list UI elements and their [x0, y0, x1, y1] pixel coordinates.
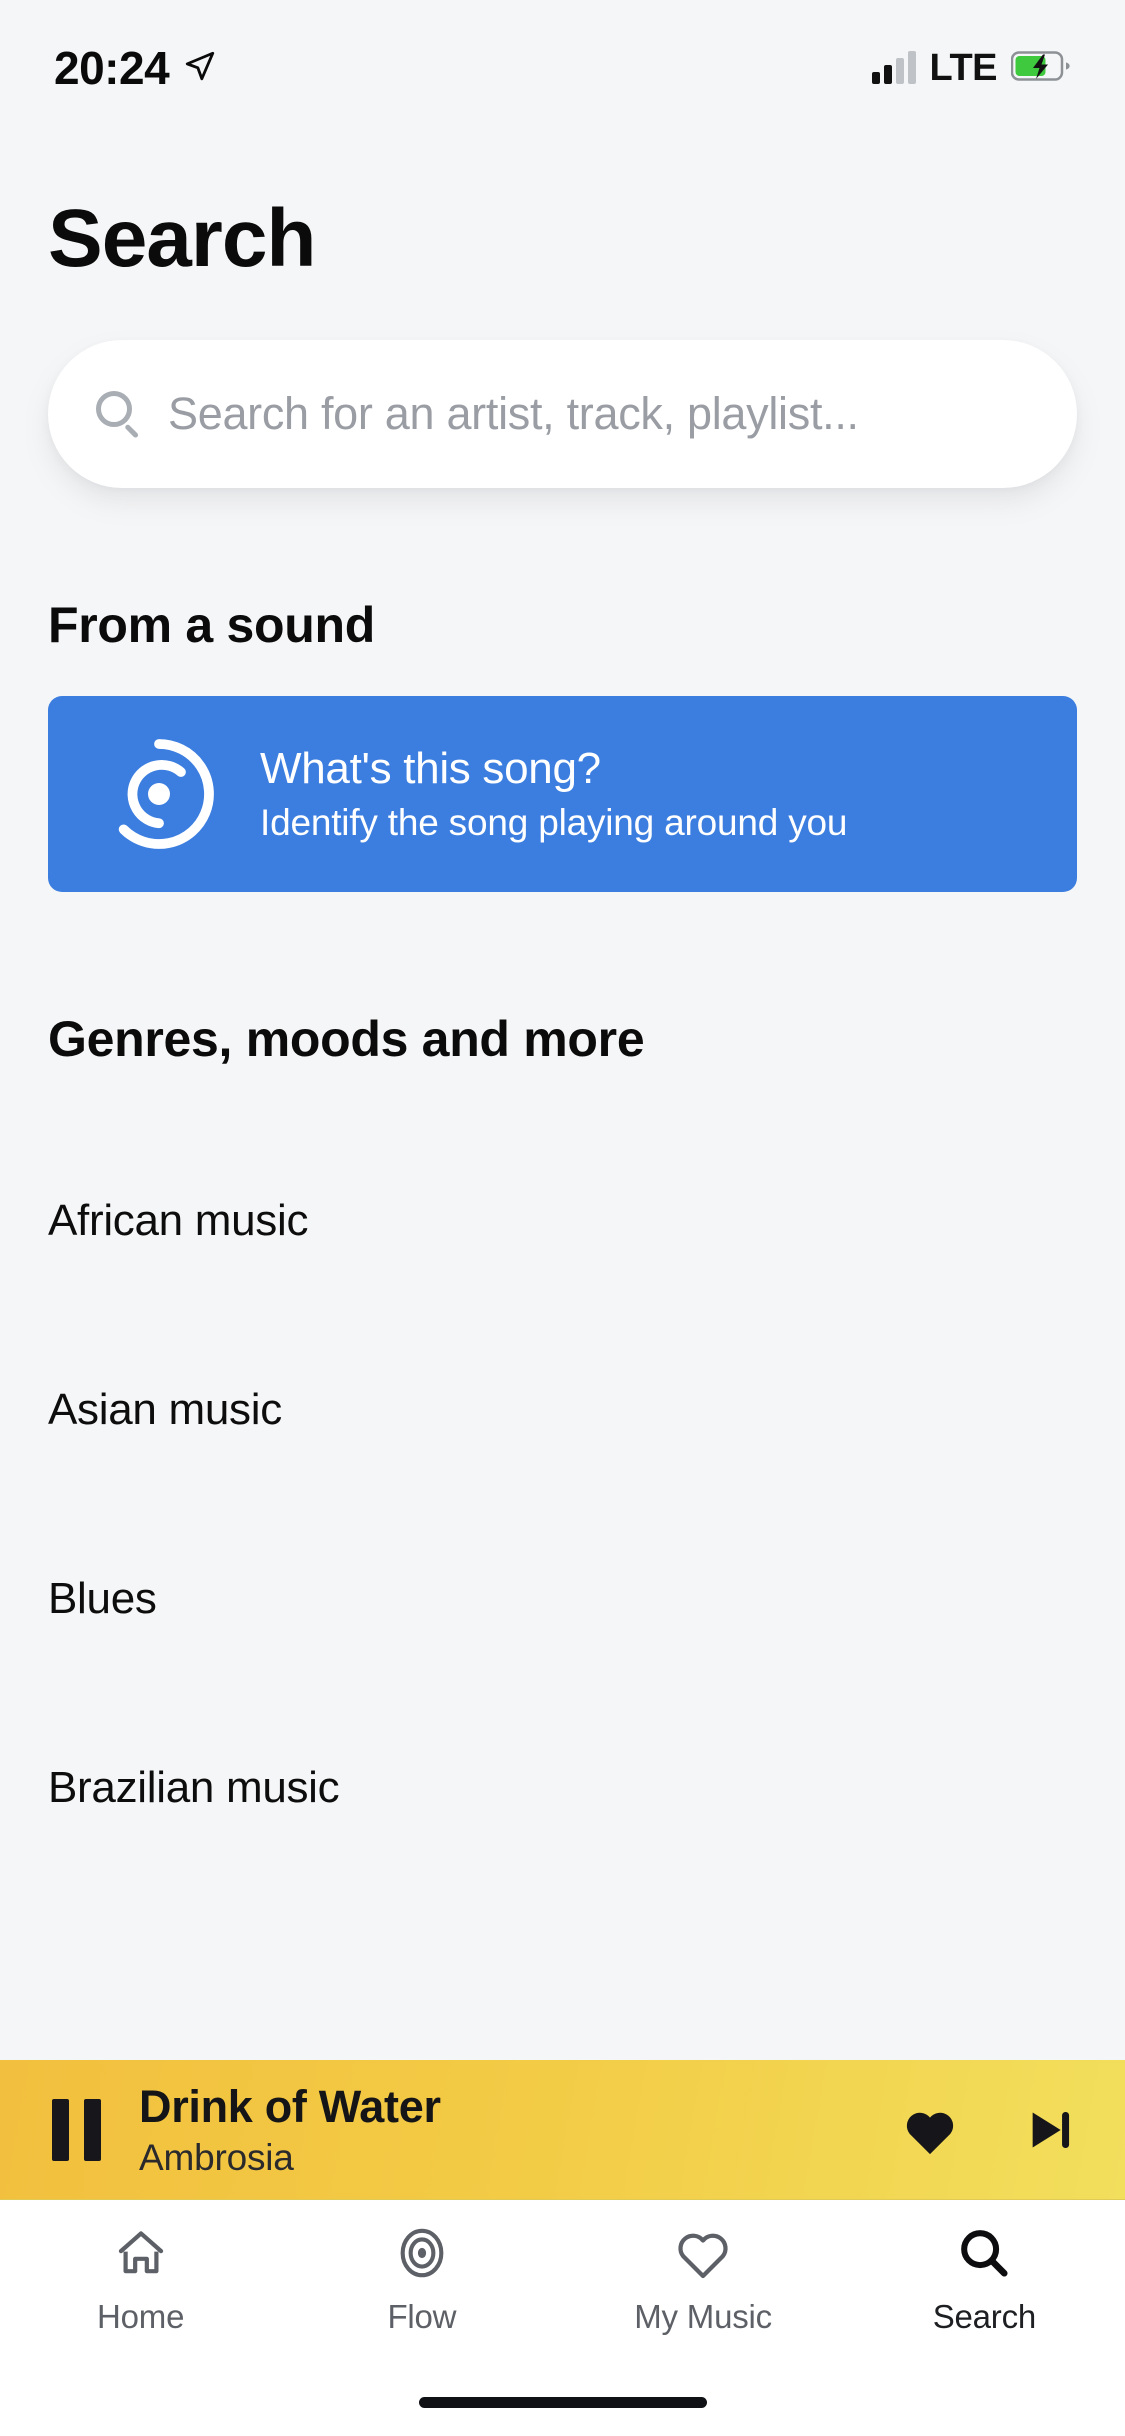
genre-label: Blues [48, 1573, 157, 1623]
search-bar-wrapper: Search for an artist, track, playlist... [0, 280, 1125, 488]
track-title: Drink of Water [139, 2080, 441, 2132]
section-heading-genres: Genres, moods and more [48, 1011, 645, 1067]
genre-label: African music [48, 1195, 309, 1245]
tab-label: Flow [387, 2298, 457, 2335]
skip-next-icon[interactable] [1021, 2102, 1077, 2158]
status-bar-left: 20:24 [54, 27, 217, 95]
network-type-label: LTE [929, 46, 998, 89]
sound-card-wrapper: What's this song? Identify the song play… [0, 654, 1125, 892]
signal-bars-icon [871, 51, 916, 84]
tab-search[interactable]: Search [844, 2222, 1125, 2336]
genre-label: Brazilian music [48, 1762, 340, 1812]
genres-list: African music Asian music Blues Brazilia… [0, 1126, 1125, 1882]
battery-charging-icon [1010, 50, 1071, 86]
search-icon [955, 2222, 1013, 2284]
track-artist: Ambrosia [139, 2136, 294, 2178]
identify-song-subtitle: Identify the song playing around you [260, 802, 848, 843]
identify-song-title: What's this song? [260, 744, 601, 793]
mini-player-controls [901, 2102, 1077, 2158]
tab-label: Search [932, 2298, 1037, 2335]
genre-label: Asian music [48, 1384, 282, 1434]
home-indicator-area [0, 2368, 1125, 2436]
status-time: 20:24 [54, 42, 170, 94]
home-icon [112, 2222, 170, 2284]
pause-icon[interactable] [52, 2098, 101, 2161]
heart-outline-icon [673, 2222, 733, 2284]
page-title: Search [48, 193, 317, 284]
list-item[interactable]: Blues [48, 1504, 1077, 1693]
identify-song-texts: What's this song? Identify the song play… [260, 744, 847, 844]
tab-my-music[interactable]: My Music [563, 2222, 844, 2336]
flow-target-icon [393, 2222, 451, 2284]
list-item[interactable]: Asian music [48, 1315, 1077, 1504]
status-bar-right: LTE [871, 33, 1071, 90]
soundhound-listen-icon [98, 733, 220, 855]
home-indicator[interactable] [418, 2396, 707, 2408]
identify-song-card[interactable]: What's this song? Identify the song play… [48, 696, 1077, 892]
tab-label: Home [97, 2298, 185, 2335]
app-screen: 20:24 LTE Search Search for an artist, t… [0, 0, 1125, 2436]
search-icon [96, 391, 142, 439]
mini-player-texts: Drink of Water Ambrosia [139, 2081, 901, 2179]
tab-flow[interactable]: Flow [281, 2222, 562, 2336]
status-bar: 20:24 LTE [0, 0, 1125, 122]
bottom-tab-bar: Home Flow My Music Search [0, 2200, 1125, 2368]
list-item[interactable]: African music [48, 1126, 1077, 1315]
search-placeholder: Search for an artist, track, playlist... [168, 388, 859, 439]
tab-home[interactable]: Home [0, 2222, 281, 2336]
list-item[interactable]: Brazilian music [48, 1693, 1077, 1882]
section-heading-from-a-sound: From a sound [48, 597, 375, 653]
search-input[interactable]: Search for an artist, track, playlist... [48, 340, 1077, 488]
heart-filled-icon[interactable] [901, 2103, 959, 2157]
mini-player[interactable]: Drink of Water Ambrosia [0, 2060, 1125, 2200]
location-arrow-icon [183, 49, 217, 88]
tab-label: My Music [634, 2298, 772, 2335]
